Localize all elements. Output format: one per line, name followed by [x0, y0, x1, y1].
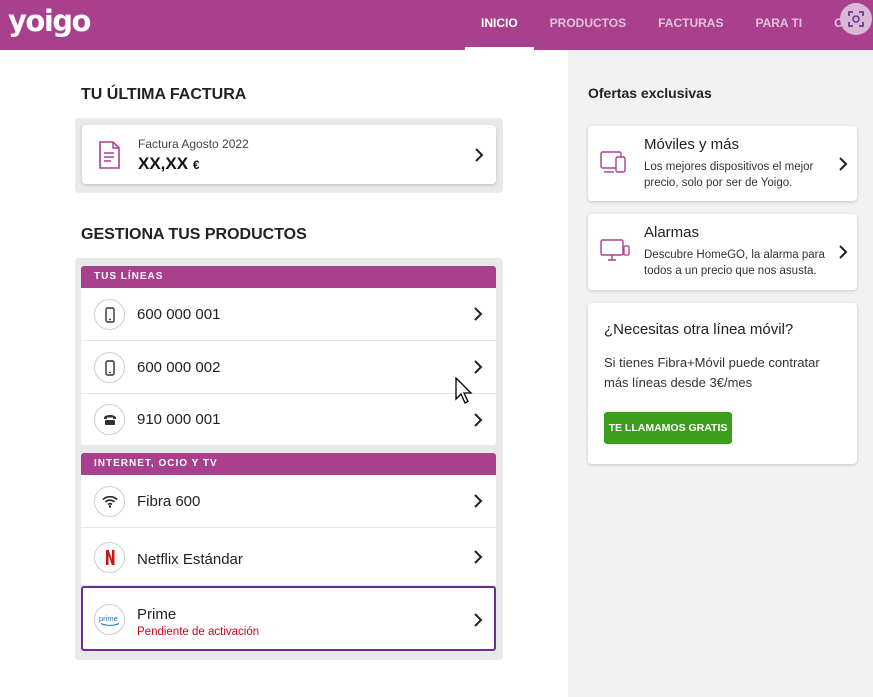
wifi-icon: [94, 486, 125, 517]
products-section-title: GESTIONA TUS PRODUCTOS: [81, 226, 307, 243]
offer-card-moviles[interactable]: Móviles y más Los mejores dispositivos e…: [588, 126, 857, 201]
invoice-card-wrap: Factura Agosto 2022 XX,XX €: [75, 118, 503, 193]
invoice-amount-value: XX,XX: [138, 154, 189, 173]
chevron-right-icon: [474, 413, 483, 427]
nav-productos[interactable]: PRODUCTOS: [534, 0, 642, 50]
netflix-icon: [94, 542, 125, 573]
service-row[interactable]: Netflix Estándar: [81, 528, 496, 586]
call-me-free-button[interactable]: TE LLAMAMOS GRATIS: [604, 412, 732, 444]
line-row[interactable]: 600 000 001: [81, 288, 496, 341]
offer-description: Descubre HomeGO, la alarma para todos a …: [644, 249, 825, 277]
landline-icon: [94, 404, 125, 435]
main-nav: INICIO PRODUCTOS FACTURAS PARA TI CUENTA: [465, 0, 858, 50]
extra-line-title: ¿Necesitas otra línea móvil?: [604, 321, 794, 338]
line-number: 600 000 002: [137, 359, 221, 376]
chevron-right-icon: [839, 157, 848, 171]
line-number: 600 000 001: [137, 306, 221, 323]
invoice-document-icon: [99, 141, 120, 169]
extra-line-text: Si tienes Fibra+Móvil puede contratar má…: [604, 355, 820, 390]
extra-line-card: ¿Necesitas otra línea móvil? Si tienes F…: [588, 303, 857, 464]
offer-title: Móviles y más: [644, 136, 740, 153]
yoigo-logo[interactable]: yoigo: [8, 4, 91, 38]
offer-title: Alarmas: [644, 224, 700, 241]
invoice-label: Factura Agosto 2022: [138, 137, 249, 151]
devices-icon: [600, 151, 626, 173]
line-number: 910 000 001: [137, 411, 221, 428]
svg-text:prime: prime: [99, 614, 118, 623]
alarm-monitor-icon: [600, 239, 630, 261]
mouse-cursor-icon: [455, 377, 473, 404]
line-row[interactable]: 600 000 002: [81, 341, 496, 394]
scan-icon: [848, 11, 864, 27]
last-invoice-card[interactable]: Factura Agosto 2022 XX,XX €: [82, 125, 496, 184]
mobile-icon: [94, 299, 125, 330]
service-row-selected[interactable]: prime Prime Pendiente de activación: [81, 586, 496, 651]
offer-card-alarmas[interactable]: Alarmas Descubre HomeGO, la alarma para …: [588, 214, 857, 290]
chevron-right-icon: [474, 360, 483, 374]
offers-section-title: Ofertas exclusivas: [588, 85, 712, 101]
chevron-right-icon: [474, 307, 483, 321]
service-name: Prime: [137, 606, 177, 623]
invoice-section-title: TU ÚLTIMA FACTURA: [81, 86, 247, 103]
chevron-right-icon: [474, 550, 483, 564]
invoice-amount: XX,XX €: [138, 154, 200, 174]
chevron-right-icon: [475, 148, 484, 162]
pending-status: Pendiente de activación: [137, 626, 260, 638]
invoice-currency: €: [192, 158, 200, 172]
mobile-icon: [94, 352, 125, 383]
service-name: Fibra 600: [137, 493, 201, 510]
chevron-right-icon: [474, 613, 483, 627]
service-name: Netflix Estándar: [137, 551, 243, 568]
services-group-header: INTERNET, OCIO Y TV: [81, 453, 496, 475]
nav-facturas[interactable]: FACTURAS: [642, 0, 739, 50]
lines-group-header: TUS LÍNEAS: [81, 266, 496, 288]
top-nav-bar: yoigo INICIO PRODUCTOS FACTURAS PARA TI …: [0, 0, 873, 50]
screen-scan-button[interactable]: [840, 3, 872, 35]
offer-description: Los mejores dispositivos el mejor precio…: [644, 161, 814, 189]
service-row[interactable]: Fibra 600: [81, 475, 496, 528]
line-row[interactable]: 910 000 001: [81, 394, 496, 445]
chevron-right-icon: [474, 494, 483, 508]
nav-para-ti[interactable]: PARA TI: [739, 0, 818, 50]
nav-inicio[interactable]: INICIO: [465, 0, 534, 50]
prime-icon: prime: [94, 604, 125, 635]
chevron-right-icon: [839, 245, 848, 259]
